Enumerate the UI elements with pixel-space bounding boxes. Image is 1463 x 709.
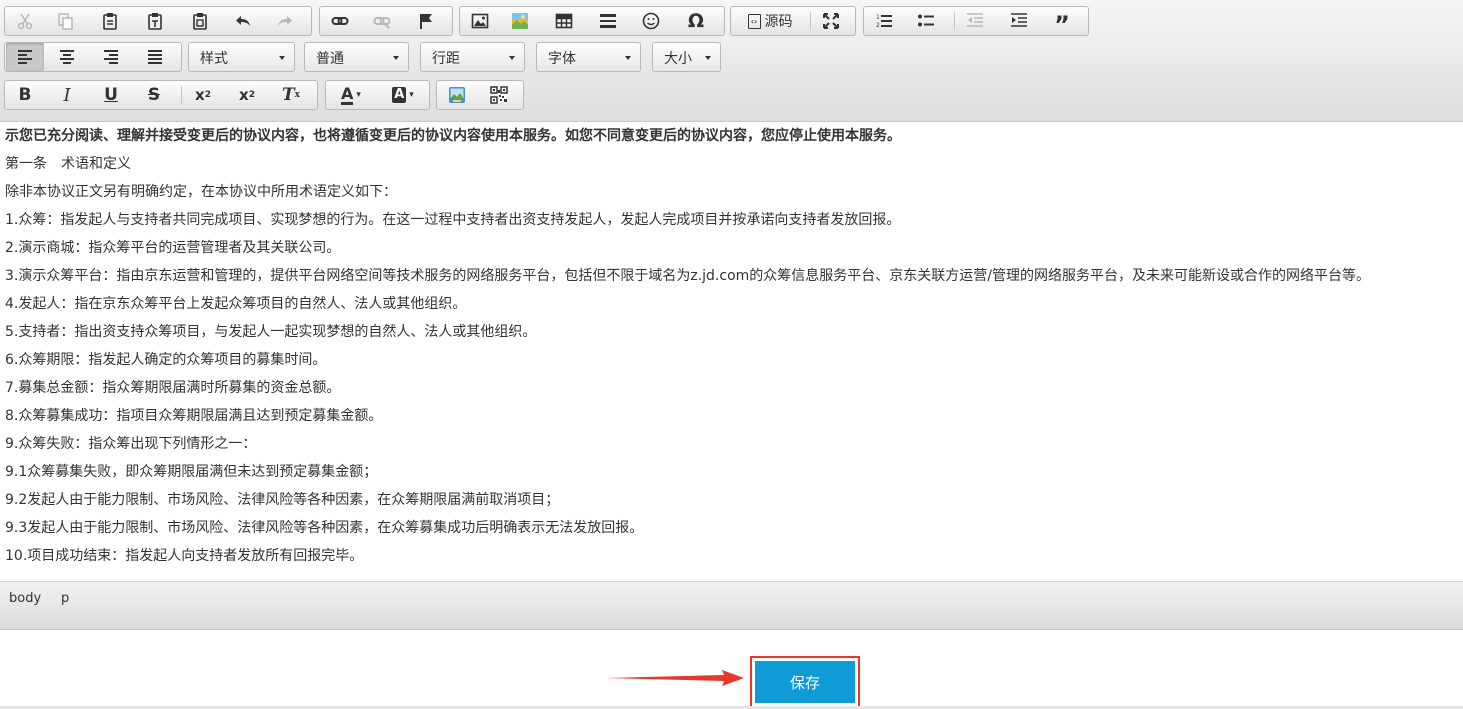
line-height-select[interactable]: 行距 [420,42,525,72]
superscript-icon[interactable]: x2 [227,81,267,109]
outdent-icon[interactable] [955,7,995,35]
anchor-flag-icon[interactable] [406,7,446,35]
redo-icon[interactable] [265,7,305,35]
link-icon[interactable] [320,7,360,35]
align-right-icon[interactable] [91,43,131,71]
style-select-label: 样式 [200,51,228,67]
element-path-bar: body p [0,581,1463,630]
align-justify-icon[interactable] [135,43,175,71]
paragraph[interactable]: 8.众筹募集成功：指项目众筹期限届满且达到预定募集金额。 [0,402,1463,430]
separator [181,86,182,104]
horizontal-rule-icon[interactable] [588,7,628,35]
bulleted-list-icon[interactable] [906,7,946,35]
svg-text:2: 2 [876,22,880,29]
color-group: A ▾ A ▾ [325,80,430,110]
copy-icon[interactable] [45,7,85,35]
smiley-icon[interactable] [631,7,671,35]
text-color-icon[interactable]: A ▾ [328,81,374,109]
table-icon[interactable] [544,7,584,35]
special-char-omega-icon[interactable]: Ω [676,7,716,35]
chevron-down-icon [393,56,399,60]
paste-text-icon[interactable] [135,7,175,35]
strikethrough-icon[interactable]: S [134,81,174,109]
clipboard-group [4,6,312,36]
path-item-body[interactable]: body [9,591,41,606]
paragraph[interactable]: 4.发起人：指在京东众筹平台上发起众筹项目的自然人、法人或其他组织。 [0,290,1463,318]
media-group [436,80,524,110]
italic-icon[interactable]: I [47,81,87,109]
unlink-icon[interactable] [362,7,402,35]
style-select[interactable]: 样式 [188,42,295,72]
bold-icon[interactable]: B [5,81,45,109]
image-upload-icon[interactable] [437,81,477,109]
qr-code-icon[interactable] [479,81,519,109]
svg-text:1: 1 [876,14,880,21]
basic-styles-group: B I U S x2 x2 Tx [4,80,318,110]
image-icon[interactable] [460,7,500,35]
editor-content-area[interactable]: 示您已充分阅读、理解并接受变更后的协议内容，也将遵循变更后的协议内容使用本服务。… [0,122,1463,580]
underline-icon[interactable]: U [91,81,131,109]
paste-icon[interactable] [90,7,130,35]
pointer-arrow [606,670,744,686]
indent-icon[interactable] [999,7,1039,35]
chevron-down-icon [509,56,515,60]
link-group [319,6,453,36]
font-select[interactable]: 字体 [536,42,641,72]
paragraph[interactable]: 9.1众筹募集失败，即众筹期限届满但未达到预定募集金额； [0,458,1463,486]
chevron-down-icon [705,56,711,60]
paragraph[interactable]: 2.演示商城：指众筹平台的运营管理者及其关联公司。 [0,234,1463,262]
insert-group: Ω [459,6,725,36]
save-button[interactable]: 保存 [755,661,855,703]
numbered-list-icon[interactable]: 12 [864,7,904,35]
format-select-label: 普通 [316,51,344,67]
source-code-icon: ‹› [747,13,761,29]
paragraph[interactable]: 9.2发起人由于能力限制、市场风险、法律风险等各种因素，在众筹期限届满前取消项目… [0,486,1463,514]
line-height-select-label: 行距 [432,51,460,67]
align-center-icon[interactable] [47,43,87,71]
paragraph[interactable]: 7.募集总金额：指众筹期限届满时所募集的资金总额。 [0,374,1463,402]
paragraph[interactable]: 5.支持者：指出资支持众筹项目，与发起人一起实现梦想的自然人、法人或其他组织。 [0,318,1463,346]
alignment-group [4,42,182,72]
emoticon-image-icon[interactable] [500,7,540,35]
path-item-p[interactable]: p [61,591,69,606]
paragraph[interactable]: 1.众筹：指发起人与支持者共同完成项目、实现梦想的行为。在这一过程中支持者出资支… [0,206,1463,234]
list-group: 12 ” [863,6,1089,39]
paragraph[interactable]: 10.项目成功结束：指发起人向支持者发放所有回报完毕。 [0,542,1463,570]
cut-icon[interactable] [5,7,45,35]
font-select-label: 字体 [548,51,576,67]
undo-icon[interactable] [223,7,263,35]
paragraph[interactable]: 6.众筹期限：指发起人确定的众筹项目的募集时间。 [0,346,1463,374]
editor-toolbar: Ω ‹› 源码 12 ” 样式 普通 行距 字体 大小 B I U S x 2 … [0,0,1463,122]
maximize-icon[interactable] [811,7,851,35]
paragraph[interactable]: 示您已充分阅读、理解并接受变更后的协议内容，也将遵循变更后的协议内容使用本服务。… [0,122,1463,150]
chevron-down-icon [279,56,285,60]
blockquote-icon[interactable]: ” [1042,7,1082,39]
paste-word-icon[interactable] [180,7,220,35]
format-select[interactable]: 普通 [304,42,409,72]
align-left-icon[interactable] [6,43,44,71]
source-button[interactable]: ‹› 源码 [731,7,809,35]
paragraph[interactable]: 9.众筹失败：指众筹出现下列情形之一： [0,430,1463,458]
subscript-icon[interactable]: x2 [183,81,223,109]
chevron-down-icon [625,56,631,60]
source-label: 源码 [764,14,793,30]
remove-format-icon[interactable]: Tx [271,81,311,109]
font-size-select[interactable]: 大小 [652,42,721,72]
paragraph[interactable]: 除非本协议正文另有明确约定，在本协议中所用术语定义如下： [0,178,1463,206]
source-group: ‹› 源码 [730,6,856,36]
paragraph[interactable]: 3.演示众筹平台：指由京东运营和管理的，提供平台网络空间等技术服务的网络服务平台… [0,262,1463,290]
paragraph[interactable]: 9.3发起人由于能力限制、市场风险、法律风险等各种因素，在众筹募集成功后明确表示… [0,514,1463,542]
font-size-select-label: 大小 [664,51,692,67]
background-color-icon[interactable]: A ▾ [380,81,426,109]
paragraph[interactable]: 第一条 术语和定义 [0,150,1463,178]
